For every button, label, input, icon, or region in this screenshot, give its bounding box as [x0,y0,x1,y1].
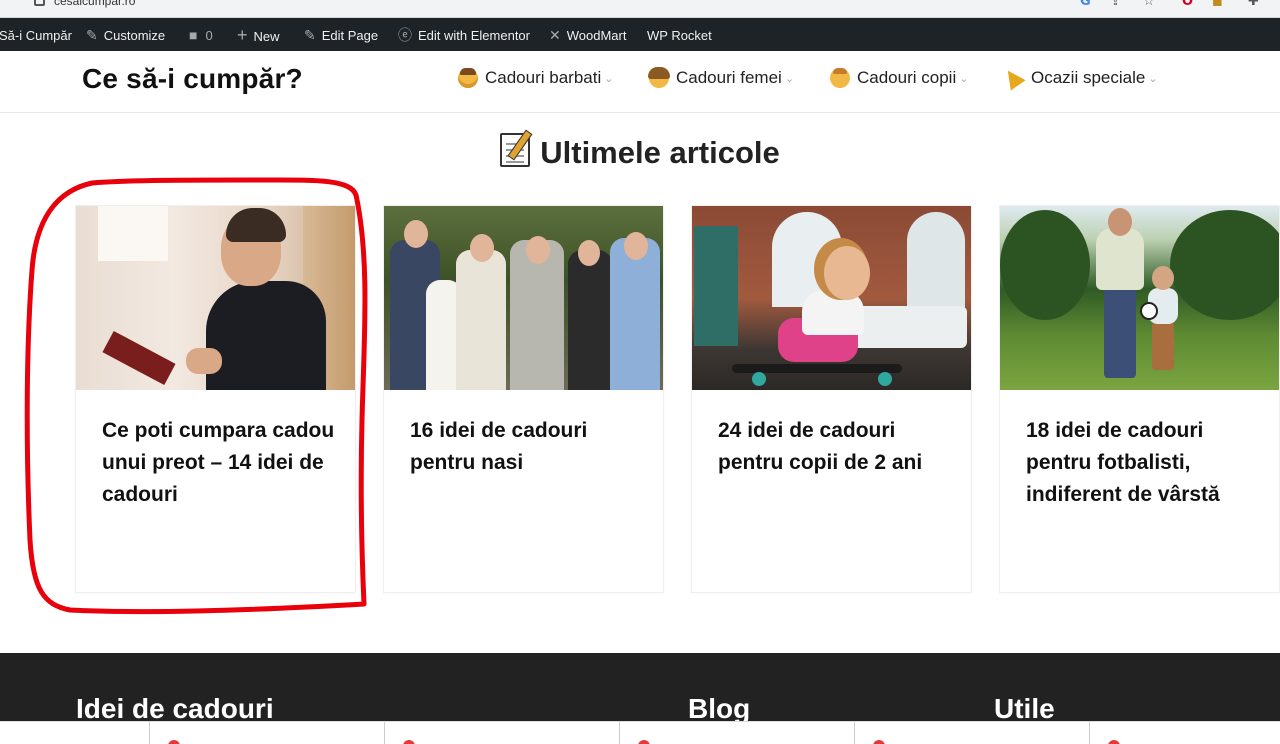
toolbar-cell[interactable] [384,722,619,744]
toolbar-cell[interactable] [149,722,384,744]
party-popper-icon [1000,65,1026,91]
elementor-icon: ⓔ [398,27,412,43]
nav-cadouri-femei[interactable]: Cadouri femei ⌄ [648,67,795,88]
opera-extension-icon[interactable]: O [1182,0,1193,9]
admin-woodmart-button[interactable]: ✕ WoodMart [549,18,626,51]
brush-icon: ✎ [86,27,98,43]
wp-admin-bar: Să-i Cumpăr ✎ Customize ■ 0 + New ✎ Edit Pag… [0,18,1280,51]
nav-label: Cadouri femei [676,68,782,87]
page: cesaicumpar.ro G ⇪ ☆ O ◼ ✚ Să-i Cumpăr ✎… [0,0,1280,744]
toolbar-cell[interactable] [854,722,1089,744]
notification-dot-icon [1108,740,1120,744]
admin-new-button[interactable]: + New [237,18,280,51]
notification-dot-icon [873,740,885,744]
nav-label: Cadouri copii [857,68,957,87]
article-thumbnail-baptism[interactable] [384,206,663,390]
comment-icon: ■ [189,27,198,43]
nav-label: Cadouri barbati [485,68,602,87]
nav-cadouri-barbati[interactable]: Cadouri barbati ⌄ [458,68,613,88]
article-card[interactable]: Ce poti cumpara cadou unui preot – 14 id… [76,206,355,592]
chevron-down-icon: ⌄ [1148,72,1158,85]
comments-count: 0 [205,28,213,43]
admin-elementor-label: Edit with Elementor [418,28,530,43]
admin-new-label: New [253,29,280,44]
notification-dot-icon [638,740,650,744]
admin-comments-button[interactable]: ■ 0 [189,18,213,51]
toolbar-cell[interactable] [1089,722,1280,744]
article-card[interactable]: 24 idei de cadouri pentru copii de 2 ani [692,206,971,592]
share-icon[interactable]: ⇪ [1110,0,1121,9]
url-text[interactable]: cesaicumpar.ro [54,0,135,8]
browser-address-bar[interactable]: cesaicumpar.ro G ⇪ ☆ O ◼ ✚ [0,0,1280,18]
article-card[interactable]: 16 idei de cadouri pentru nasi [384,206,663,592]
article-thumbnail-priest[interactable] [76,206,355,390]
admin-edit-page-label: Edit Page [321,28,379,43]
google-icon[interactable]: G [1080,0,1091,9]
child-emoji-icon [830,68,850,88]
man-emoji-icon [458,68,478,88]
article-thumbnail-football[interactable] [1000,206,1279,390]
bottom-toolbar [0,721,1280,744]
lock-icon [34,0,45,6]
site-header: Ce să-i cumpăr? Cadouri barbati ⌄ Cadour… [0,51,1280,113]
admin-customize-button[interactable]: ✎ Customize [86,18,165,51]
plus-icon: + [237,25,248,45]
nav-ocazii-speciale[interactable]: Ocazii speciale ⌄ [1000,65,1158,91]
chevron-down-icon: ⌄ [784,72,795,85]
toolbar-cell[interactable] [619,722,854,744]
nav-label: Ocazii speciale [1031,68,1146,87]
section-title-text: Ultimele articole [540,135,780,170]
article-title[interactable]: 24 idei de cadouri pentru copii de 2 ani [718,415,954,479]
admin-site-name[interactable]: Să-i Cumpăr [0,18,72,51]
notification-dot-icon [403,740,415,744]
memo-icon [500,133,531,167]
extension-icon[interactable]: ◼ [1212,0,1223,9]
article-title[interactable]: 18 idei de cadouri pentru fotbalisti, in… [1026,415,1262,511]
admin-edit-page-button[interactable]: ✎ Edit Page [304,18,378,51]
admin-woodmart-label: WoodMart [566,28,627,43]
article-card[interactable]: 18 idei de cadouri pentru fotbalisti, in… [1000,206,1279,592]
site-logo[interactable]: Ce să-i cumpăr? [82,63,303,95]
admin-elementor-button[interactable]: ⓔ Edit with Elementor [398,18,530,51]
chevron-down-icon: ⌄ [959,72,969,85]
admin-wp-rocket-button[interactable]: WP Rocket [647,18,712,51]
extensions-puzzle-icon[interactable]: ✚ [1248,0,1259,9]
woodmart-icon: ✕ [549,27,561,43]
section-heading: Ultimele articole [0,133,1280,171]
nav-cadouri-copii[interactable]: Cadouri copii ⌄ [830,68,968,88]
chevron-down-icon: ⌄ [604,72,614,85]
article-thumbnail-child[interactable] [692,206,971,390]
admin-customize-label: Customize [103,28,166,43]
bookmark-star-icon[interactable]: ☆ [1143,0,1155,9]
article-title[interactable]: 16 idei de cadouri pentru nasi [410,415,646,479]
notification-dot-icon [168,740,180,744]
article-title[interactable]: Ce poti cumpara cadou unui preot – 14 id… [102,415,338,511]
woman-emoji-icon [648,67,670,88]
pencil-icon: ✎ [304,27,316,43]
